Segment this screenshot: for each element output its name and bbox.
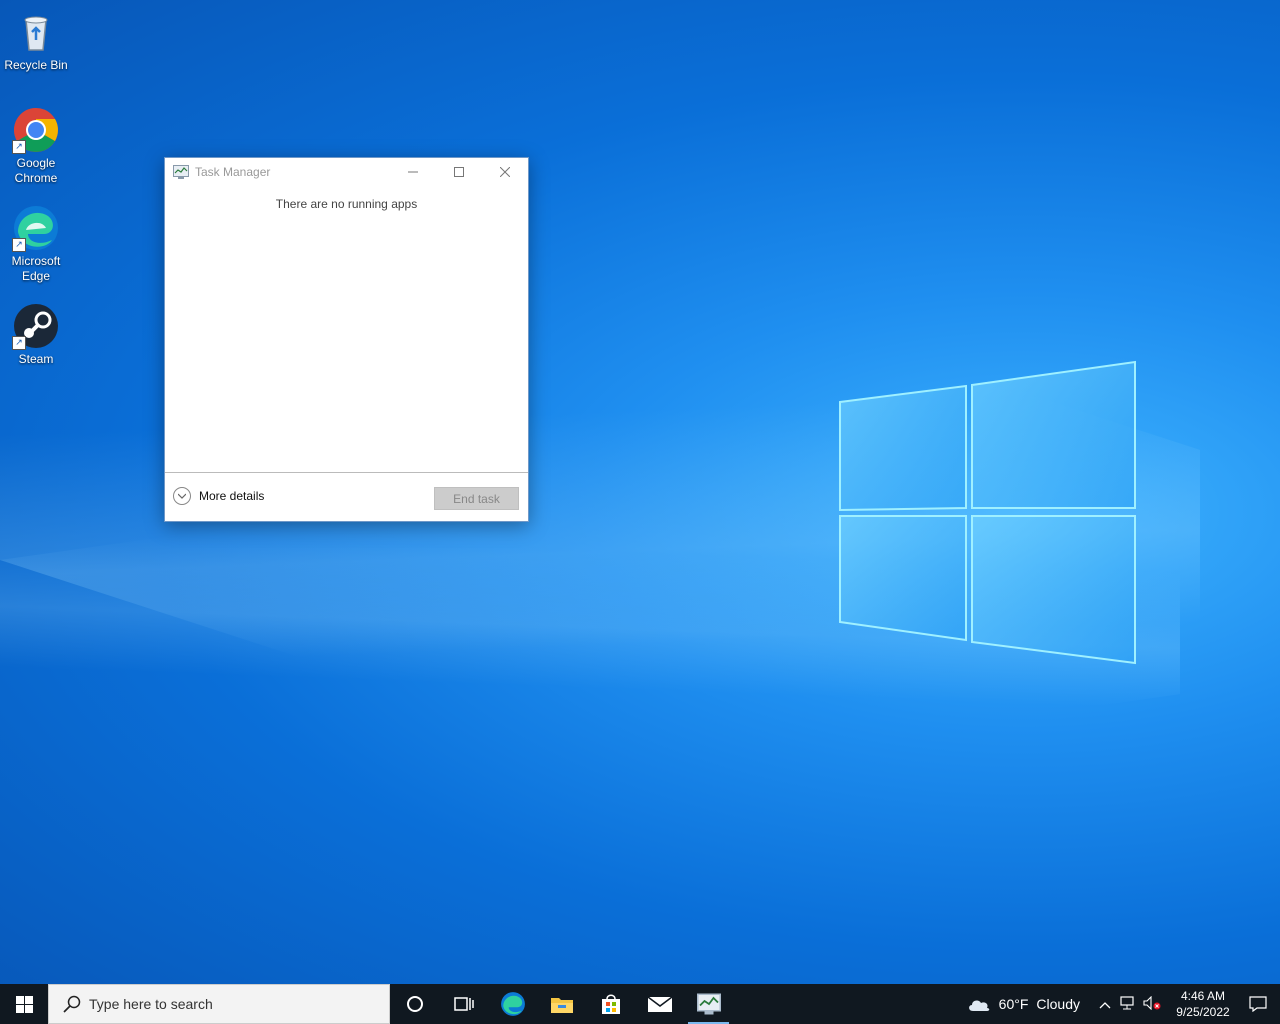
desktop-icon-steam[interactable]: ↗ Steam [0,302,72,367]
clock-date: 9/25/2022 [1176,1005,1230,1019]
weather-widget[interactable]: 60°F Cloudy [967,996,1080,1012]
store-icon [601,994,620,1014]
desktop-icon-label: Microsoft Edge [11,254,61,283]
windows-start-icon [15,995,33,1013]
close-button[interactable] [482,158,528,186]
desktop-icon-label: Recycle Bin [4,58,68,72]
minimize-button[interactable] [390,158,436,186]
shortcut-arrow-icon: ↗ [12,238,26,252]
edge-icon: ↗ [12,204,60,252]
chrome-icon: ↗ [12,106,60,154]
desktop-icon-recycle-bin[interactable]: Recycle Bin [0,8,72,73]
task-manager-icon [173,165,189,179]
system-tray: 60°F Cloudy 4:46 AM 9/25/2022 [967,984,1280,1024]
weather-condition: Cloudy [1036,996,1080,1012]
notification-icon [1249,996,1267,1012]
volume-button[interactable] [1140,995,1164,1013]
chevron-down-icon [173,487,191,505]
title-bar[interactable]: Task Manager [165,158,528,186]
taskbar: Type here to search 60°F Cloudy 4:46 AM … [0,984,1280,1024]
cortana-button[interactable] [390,984,439,1024]
taskbar-clock[interactable]: 4:46 AM 9/25/2022 [1170,988,1236,1020]
volume-muted-icon [1143,995,1161,1010]
edge-icon [500,992,525,1016]
maximize-icon [454,167,464,177]
more-details-button[interactable]: More details [173,487,264,505]
recycle-bin-icon [12,8,60,56]
network-icon [1120,995,1134,1009]
cortana-icon [406,996,423,1012]
shortcut-arrow-icon: ↗ [12,336,26,350]
mail-icon [647,996,672,1012]
taskbar-store-button[interactable] [586,984,635,1024]
maximize-button[interactable] [436,158,482,186]
shortcut-arrow-icon: ↗ [12,140,26,154]
minimize-icon [408,171,418,173]
end-task-button[interactable]: End task [434,487,519,510]
desktop-icon-label: Steam [18,352,54,366]
steam-icon: ↗ [12,302,60,350]
taskbar-file-explorer-button[interactable] [537,984,586,1024]
window-title: Task Manager [195,165,271,179]
taskbar-mail-button[interactable] [635,984,684,1024]
task-manager-window[interactable]: Task Manager There are no running apps M… [164,157,529,522]
task-view-icon [453,997,474,1011]
taskbar-task-manager-button[interactable] [684,984,733,1024]
weather-temperature: 60°F [998,996,1029,1012]
network-button[interactable] [1116,995,1140,1013]
search-icon [63,995,81,1013]
chevron-up-icon [1099,1002,1111,1009]
search-placeholder: Type here to search [89,996,213,1012]
task-manager-icon [696,993,721,1015]
desktop-icon-edge[interactable]: ↗ Microsoft Edge [0,204,72,284]
desktop-icon-chrome[interactable]: ↗ Google Chrome [0,106,72,186]
close-icon [500,167,510,177]
taskbar-search-box[interactable]: Type here to search [48,984,390,1024]
show-hidden-icons-button[interactable] [1094,996,1116,1012]
taskbar-edge-button[interactable] [488,984,537,1024]
more-details-label: More details [199,489,265,503]
windows-logo-wallpaper [839,360,1136,665]
clock-time: 4:46 AM [1180,989,1226,1003]
cloud-icon [968,1000,989,1011]
start-button[interactable] [0,984,48,1024]
empty-apps-message: There are no running apps [275,197,418,211]
notifications-button[interactable] [1236,984,1280,1024]
window-footer: More details End task [165,472,528,521]
file-explorer-icon [550,998,573,1013]
desktop-icon-label: Google Chrome [14,156,58,185]
task-view-button[interactable] [439,984,488,1024]
